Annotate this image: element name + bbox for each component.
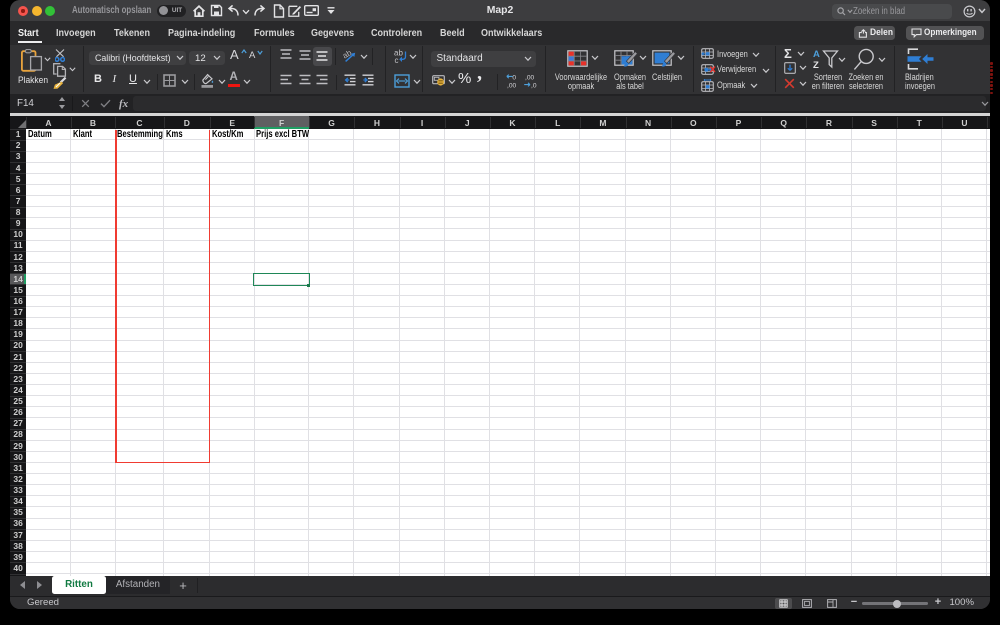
svg-text:Z: Z [813, 60, 819, 70]
svg-text:,00: ,00 [525, 74, 534, 81]
svg-text:A: A [813, 49, 820, 60]
svg-text:,00: ,00 [507, 82, 516, 89]
svg-text:0: 0 [512, 74, 516, 81]
svg-text:,0: ,0 [531, 82, 537, 89]
svg-text:c: c [395, 56, 399, 64]
